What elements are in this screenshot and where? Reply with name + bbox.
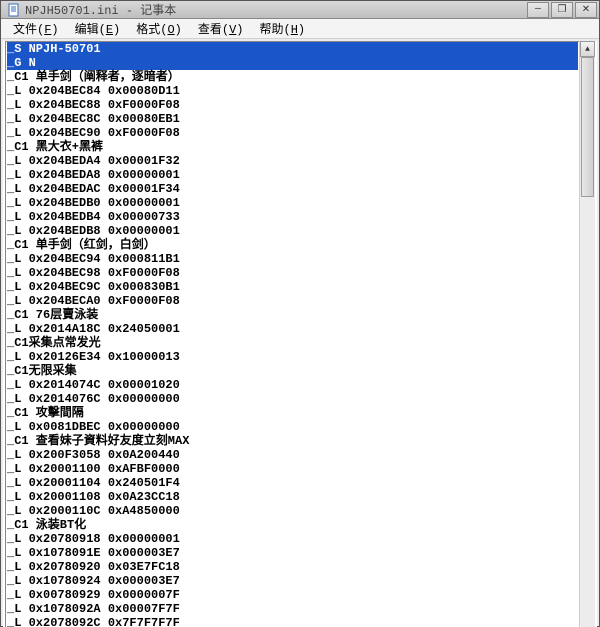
text-line[interactable]: _C1无限采集 (7, 364, 578, 378)
text-line[interactable]: _L 0x20780920 0x03E7FC18 (7, 560, 578, 574)
text-line[interactable]: _L 0x204BEC84 0x00080D11 (7, 84, 578, 98)
text-line[interactable]: _L 0x2014A18C 0x24050001 (7, 322, 578, 336)
text-line[interactable]: _L 0x204BEDB0 0x00000001 (7, 196, 578, 210)
text-line[interactable]: _C1 查看妹子資料好友度立刻MAX (7, 434, 578, 448)
chevron-up-icon: ▲ (585, 45, 590, 54)
text-line[interactable]: _L 0x2078092C 0x7F7F7F7F (7, 616, 578, 627)
text-line[interactable]: _L 0x204BEDAC 0x00001F34 (7, 182, 578, 196)
text-line[interactable]: _L 0x204BEC90 0xF0000F08 (7, 126, 578, 140)
text-line[interactable]: _C1 攻擊間隔 (7, 406, 578, 420)
window-title: NPJH50701.ini - 记事本 (25, 1, 527, 18)
text-line[interactable]: _C1 黑大衣+黑裤 (7, 140, 578, 154)
text-line[interactable]: _L 0x2014076C 0x00000000 (7, 392, 578, 406)
menu-file[interactable]: 文件(F) (5, 19, 67, 38)
text-line[interactable]: _S NPJH-50701 (7, 42, 578, 56)
text-line[interactable]: _L 0x1078091E 0x000003E7 (7, 546, 578, 560)
menubar: 文件(F) 编辑(E) 格式(O) 查看(V) 帮助(H) (1, 19, 599, 39)
text-line[interactable]: _L 0x00780929 0x0000007F (7, 588, 578, 602)
text-line[interactable]: _L 0x0081DBEC 0x00000000 (7, 420, 578, 434)
menu-format[interactable]: 格式(O) (128, 19, 190, 38)
text-line[interactable]: _L 0x2014074C 0x00001020 (7, 378, 578, 392)
text-line[interactable]: _L 0x204BEC88 0xF0000F08 (7, 98, 578, 112)
app-icon (7, 3, 21, 17)
text-line[interactable]: _L 0x10780924 0x000003E7 (7, 574, 578, 588)
menu-edit[interactable]: 编辑(E) (67, 19, 129, 38)
text-line[interactable]: _C1 泳装BT化 (7, 518, 578, 532)
text-area[interactable]: _S NPJH-50701_G N_C1 单手剑（阐释者，逐暗者）_L 0x20… (5, 41, 579, 627)
close-icon: ✕ (582, 4, 590, 16)
text-line[interactable]: _G N (7, 56, 578, 70)
notepad-window: NPJH50701.ini - 记事本 — ❐ ✕ 文件(F) 编辑(E) 格式… (0, 0, 600, 627)
text-line[interactable]: _L 0x204BEDA4 0x00001F32 (7, 154, 578, 168)
close-button[interactable]: ✕ (575, 2, 597, 18)
text-line[interactable]: _C1采集点常发光 (7, 336, 578, 350)
text-line[interactable]: _L 0x204BEC9C 0x000830B1 (7, 280, 578, 294)
text-line[interactable]: _L 0x204BECA0 0xF0000F08 (7, 294, 578, 308)
vertical-scrollbar[interactable]: ▲ ▼ (579, 41, 595, 627)
text-line[interactable]: _L 0x204BEDB4 0x00000733 (7, 210, 578, 224)
text-line[interactable]: _L 0x204BEC98 0xF0000F08 (7, 266, 578, 280)
text-line[interactable]: _C1 单手剑（红剑，白剑） (7, 238, 578, 252)
text-line[interactable]: _L 0x20001100 0xAFBF0000 (7, 462, 578, 476)
text-line[interactable]: _L 0x2000110C 0xA4850000 (7, 504, 578, 518)
minimize-icon: — (535, 4, 541, 15)
content-wrap: _S NPJH-50701_G N_C1 单手剑（阐释者，逐暗者）_L 0x20… (3, 41, 597, 627)
menu-help[interactable]: 帮助(H) (252, 19, 314, 38)
text-line[interactable]: _C1 76层賣泳装 (7, 308, 578, 322)
text-line[interactable]: _L 0x20780918 0x00000001 (7, 532, 578, 546)
scrollbar-track[interactable] (580, 57, 595, 627)
window-controls: — ❐ ✕ (527, 2, 597, 18)
text-line[interactable]: _L 0x204BEC94 0x000811B1 (7, 252, 578, 266)
menu-view[interactable]: 查看(V) (190, 19, 252, 38)
scroll-up-button[interactable]: ▲ (580, 41, 595, 57)
minimize-button[interactable]: — (527, 2, 549, 18)
maximize-button[interactable]: ❐ (551, 2, 573, 18)
text-line[interactable]: _L 0x1078092A 0x00007F7F (7, 602, 578, 616)
scrollbar-thumb[interactable] (581, 57, 594, 197)
maximize-icon: ❐ (558, 4, 567, 16)
text-line[interactable]: _L 0x204BEDB8 0x00000001 (7, 224, 578, 238)
text-line[interactable]: _L 0x20126E34 0x10000013 (7, 350, 578, 364)
text-line[interactable]: _L 0x204BEC8C 0x00080EB1 (7, 112, 578, 126)
text-line[interactable]: _L 0x200F3058 0x0A200440 (7, 448, 578, 462)
titlebar[interactable]: NPJH50701.ini - 记事本 — ❐ ✕ (1, 1, 599, 19)
text-line[interactable]: _L 0x20001108 0x0A23CC18 (7, 490, 578, 504)
text-line[interactable]: _C1 单手剑（阐释者，逐暗者） (7, 70, 578, 84)
text-line[interactable]: _L 0x20001104 0x240501F4 (7, 476, 578, 490)
text-line[interactable]: _L 0x204BEDA8 0x00000001 (7, 168, 578, 182)
